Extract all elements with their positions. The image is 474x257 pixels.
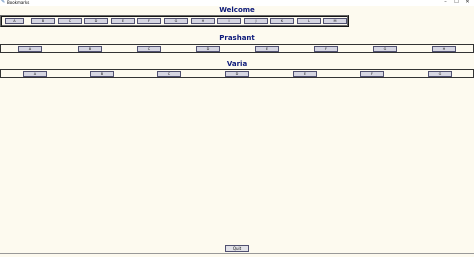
- varia-button-f[interactable]: F: [360, 71, 384, 77]
- minimize-button[interactable]: –: [441, 0, 450, 5]
- varia-button-e[interactable]: E: [293, 71, 317, 77]
- prashant-button-f[interactable]: F: [314, 46, 338, 52]
- welcome-button-i[interactable]: I: [217, 18, 241, 24]
- welcome-button-m[interactable]: M: [323, 18, 347, 24]
- varia-button-g[interactable]: G: [428, 71, 452, 77]
- prashant-button-h[interactable]: H: [432, 46, 456, 52]
- prashant-button-bar: A B C D E F G H: [0, 44, 474, 53]
- varia-heading: Varia: [226, 60, 248, 68]
- maximize-button[interactable]: ☐: [452, 0, 461, 5]
- varia-button-a[interactable]: A: [23, 71, 47, 77]
- welcome-button-c[interactable]: C: [58, 18, 82, 24]
- varia-button-b[interactable]: B: [90, 71, 114, 77]
- prashant-button-b[interactable]: B: [78, 46, 102, 52]
- welcome-button-l[interactable]: L: [297, 18, 321, 24]
- bottom-divider: [0, 253, 474, 254]
- welcome-button-e[interactable]: E: [111, 18, 135, 24]
- welcome-button-bar: A B C D E F G H I J K L M: [0, 15, 349, 27]
- prashant-heading: Prashant: [219, 34, 255, 42]
- welcome-button-f[interactable]: F: [137, 18, 161, 24]
- welcome-button-k[interactable]: K: [270, 18, 294, 24]
- welcome-button-b[interactable]: B: [31, 18, 55, 24]
- welcome-button-a[interactable]: A: [5, 18, 24, 24]
- quit-button[interactable]: Quit: [225, 245, 249, 252]
- welcome-button-d[interactable]: D: [84, 18, 108, 24]
- welcome-heading: Welcome: [219, 6, 255, 14]
- prashant-button-e[interactable]: E: [255, 46, 279, 52]
- prashant-button-a[interactable]: A: [18, 46, 42, 52]
- welcome-button-h[interactable]: H: [191, 18, 215, 24]
- varia-button-c[interactable]: C: [157, 71, 181, 77]
- prashant-button-c[interactable]: C: [137, 46, 161, 52]
- prashant-button-d[interactable]: D: [196, 46, 220, 52]
- welcome-button-g[interactable]: G: [164, 18, 188, 24]
- varia-button-bar: A B C D E F G: [0, 69, 474, 78]
- welcome-button-j[interactable]: J: [244, 18, 268, 24]
- prashant-button-g[interactable]: G: [373, 46, 397, 52]
- feather-icon: ✎: [1, 0, 6, 5]
- varia-button-d[interactable]: D: [225, 71, 249, 77]
- close-button[interactable]: ✕: [463, 0, 472, 5]
- window-title: Bookmarks: [7, 0, 30, 5]
